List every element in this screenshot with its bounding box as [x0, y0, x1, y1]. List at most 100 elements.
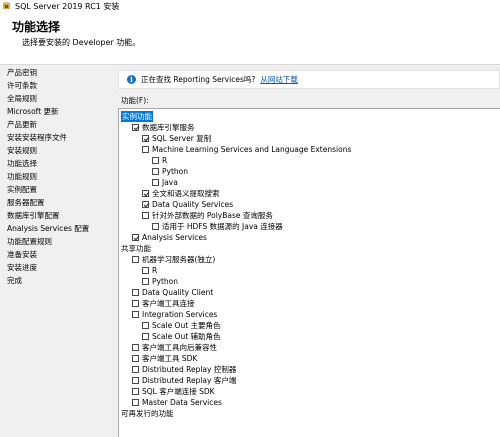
redistributable-features-label: 可再发行的功能: [121, 409, 174, 418]
feature-row-data-quality-services[interactable]: Data Quality Services: [142, 199, 233, 210]
hdfs-java-connector-checkbox[interactable]: [152, 223, 159, 230]
feature-row-ml-java[interactable]: Java: [152, 177, 178, 188]
feature-row-integration-services[interactable]: Integration Services: [132, 309, 217, 320]
nav-item-product-updates[interactable]: 产品更新: [7, 119, 37, 131]
feature-label: Scale Out 辅助角色: [152, 332, 221, 341]
feature-row-client-tools-backwards-compat[interactable]: 客户端工具向后兼容性: [132, 342, 217, 353]
features-label: 功能(F):: [121, 96, 149, 105]
feature-label: 数据库引擎服务: [142, 123, 195, 132]
redistributable-features-group[interactable]: 可再发行的功能: [121, 408, 174, 419]
nav-item-product-key[interactable]: 产品密钥: [7, 67, 37, 79]
feature-row-client-tools-connectivity[interactable]: 客户端工具连接: [132, 298, 195, 309]
feature-label: Python: [152, 277, 178, 286]
page-subtitle: 选择要安装的 Developer 功能。: [22, 38, 141, 47]
standalone-r-checkbox[interactable]: [142, 267, 149, 274]
feature-row-analysis-services[interactable]: Analysis Services: [132, 232, 207, 243]
feature-label: SQL Server 复制: [152, 134, 212, 143]
feature-row-ml-server-standalone[interactable]: 机器学习服务器(独立): [132, 254, 215, 265]
nav-item-installation-progress[interactable]: 安装进度: [7, 262, 37, 274]
sql-client-connectivity-sdk-checkbox[interactable]: [132, 388, 139, 395]
nav-item-database-engine-configuration[interactable]: 数据库引擎配置: [7, 210, 60, 222]
nav-item-server-configuration[interactable]: 服务器配置: [7, 197, 45, 209]
distributed-replay-client-checkbox[interactable]: [132, 377, 139, 384]
nav-item-global-rules[interactable]: 全局规则: [7, 93, 37, 105]
distributed-replay-controller-checkbox[interactable]: [132, 366, 139, 373]
feature-row-fulltext-search[interactable]: 全文和语义提取搜索: [142, 188, 220, 199]
title-bar: SQL Server 2019 RC1 安装: [0, 0, 500, 12]
feature-row-client-tools-sdk[interactable]: 客户端工具 SDK: [132, 353, 197, 364]
feature-label: 针对外部数据的 PolyBase 查询服务: [152, 211, 273, 220]
client-tools-sdk-checkbox[interactable]: [132, 355, 139, 362]
info-text: 正在查找 Reporting Services吗?: [141, 75, 256, 84]
feature-row-scale-out-master[interactable]: Scale Out 主要角色: [142, 320, 221, 331]
ml-java-checkbox[interactable]: [152, 179, 159, 186]
ml-r-checkbox[interactable]: [152, 157, 159, 164]
feature-row-scale-out-worker[interactable]: Scale Out 辅助角色: [142, 331, 221, 342]
integration-services-checkbox[interactable]: [132, 311, 139, 318]
polybase-checkbox[interactable]: [142, 212, 149, 219]
feature-row-standalone-python[interactable]: Python: [142, 276, 178, 287]
scale-out-master-checkbox[interactable]: [142, 322, 149, 329]
client-tools-connectivity-checkbox[interactable]: [132, 300, 139, 307]
nav-item-microsoft-update[interactable]: Microsoft 更新: [7, 106, 59, 118]
scale-out-worker-checkbox[interactable]: [142, 333, 149, 340]
nav-item-analysis-services-configuration[interactable]: Analysis Services 配置: [7, 223, 89, 235]
machine-learning-checkbox[interactable]: [142, 146, 149, 153]
feature-row-hdfs-java-connector[interactable]: 适用于 HDFS 数据源的 Java 连接器: [152, 221, 283, 232]
window-title: SQL Server 2019 RC1 安装: [15, 1, 120, 11]
feature-row-data-quality-client[interactable]: Data Quality Client: [132, 287, 213, 298]
data-quality-client-checkbox[interactable]: [132, 289, 139, 296]
nav-item-feature-selection[interactable]: 功能选择: [7, 158, 37, 170]
feature-label: 客户端工具 SDK: [142, 354, 198, 363]
analysis-services-checkbox[interactable]: [132, 234, 139, 241]
feature-label: Analysis Services: [142, 233, 207, 242]
feature-label: Machine Learning Services and Language E…: [152, 145, 352, 154]
database-engine-checkbox[interactable]: [132, 124, 139, 131]
page-header: 功能选择 选择要安装的 Developer 功能。: [0, 12, 500, 65]
feature-label: Integration Services: [142, 310, 218, 319]
feature-row-ml-python[interactable]: Python: [152, 166, 188, 177]
feature-row-distributed-replay-controller[interactable]: Distributed Replay 控制器: [132, 364, 236, 375]
nav-item-complete[interactable]: 完成: [7, 275, 22, 287]
nav-item-license-terms[interactable]: 许可条款: [7, 80, 37, 92]
standalone-python-checkbox[interactable]: [142, 278, 149, 285]
shared-features-group[interactable]: 共享功能: [121, 243, 151, 254]
ml-server-standalone-checkbox[interactable]: [132, 256, 139, 263]
page-title: 功能选择: [12, 20, 61, 34]
feature-label: R: [152, 266, 158, 275]
setup-steps-nav: 产品密钥 许可条款 全局规则 Microsoft 更新 产品更新 安装安装程序文…: [0, 65, 112, 436]
instance-features-group[interactable]: 实例功能: [121, 111, 153, 122]
feature-row-distributed-replay-client[interactable]: Distributed Replay 客户端: [132, 375, 236, 386]
feature-row-ml-r[interactable]: R: [152, 155, 167, 166]
feature-row-database-engine[interactable]: 数据库引擎服务: [132, 122, 195, 133]
client-tools-backwards-compat-checkbox[interactable]: [132, 344, 139, 351]
feature-row-polybase[interactable]: 针对外部数据的 PolyBase 查询服务: [142, 210, 273, 221]
fulltext-search-checkbox[interactable]: [142, 190, 149, 197]
nav-item-ready-to-install[interactable]: 准备安装: [7, 249, 37, 261]
feature-label: SQL 客户端连接 SDK: [142, 387, 215, 396]
feature-label: Data Quality Services: [152, 200, 234, 209]
feature-row-sql-replication[interactable]: SQL Server 复制: [142, 133, 211, 144]
feature-row-machine-learning[interactable]: Machine Learning Services and Language E…: [142, 144, 351, 155]
nav-item-install-rules[interactable]: 安装规则: [7, 145, 37, 157]
sql-replication-checkbox[interactable]: [142, 135, 149, 142]
feature-label: 机器学习服务器(独立): [142, 255, 216, 264]
feature-label: 适用于 HDFS 数据源的 Java 连接器: [162, 222, 283, 231]
nav-item-feature-configuration-rules[interactable]: 功能配置规则: [7, 236, 52, 248]
feature-row-standalone-r[interactable]: R: [142, 265, 157, 276]
nav-item-feature-rules[interactable]: 功能规则: [7, 171, 37, 183]
feature-label: 全文和语义提取搜索: [152, 189, 220, 198]
nav-item-instance-configuration[interactable]: 实例配置: [7, 184, 37, 196]
features-tree[interactable]: 实例功能 数据库引擎服务 SQL Server 复制 Machine Learn…: [118, 108, 500, 437]
nav-item-install-setup-files[interactable]: 安装安装程序文件: [7, 132, 67, 144]
feature-label: Python: [162, 167, 188, 176]
shared-features-label: 共享功能: [121, 244, 151, 253]
download-from-website-link[interactable]: 从网站下载: [260, 74, 298, 85]
sql-server-setup-icon: [3, 2, 11, 10]
ml-python-checkbox[interactable]: [152, 168, 159, 175]
feature-label: Distributed Replay 控制器: [142, 365, 237, 374]
data-quality-services-checkbox[interactable]: [142, 201, 149, 208]
feature-row-master-data-services[interactable]: Master Data Services: [132, 397, 222, 408]
feature-row-sql-client-connectivity-sdk[interactable]: SQL 客户端连接 SDK: [132, 386, 215, 397]
master-data-services-checkbox[interactable]: [132, 399, 139, 406]
